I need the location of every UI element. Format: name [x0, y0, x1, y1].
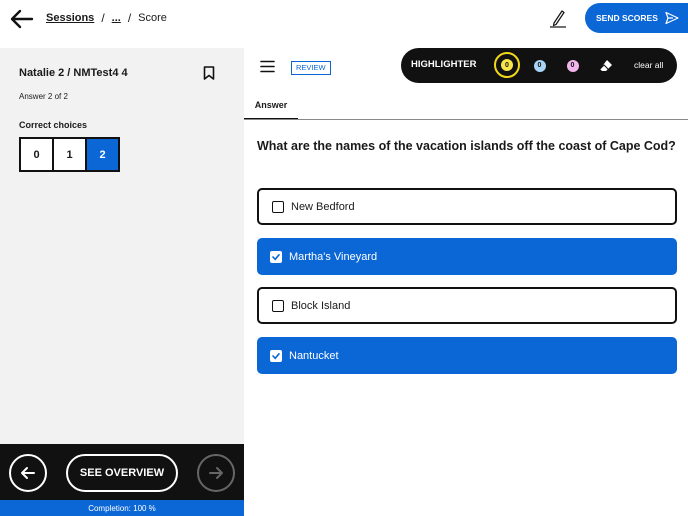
highlight-pink-button[interactable]: 0	[563, 56, 582, 75]
student-sidebar: Natalie 2 / NMTest4 4 Answer 2 of 2 Corr…	[0, 48, 244, 444]
send-scores-label: SEND SCORES	[596, 13, 658, 23]
highlight-pink-count: 0	[566, 59, 579, 72]
choice-label: 1	[66, 148, 73, 161]
option-block-island[interactable]: Block Island	[257, 287, 677, 324]
option-label: Martha's Vineyard	[289, 250, 378, 263]
option-nantucket[interactable]: Nantucket	[257, 337, 677, 374]
top-bar: Sessions / ... / Score SEND SCORES	[0, 0, 688, 48]
correct-choices-label: Correct choices	[19, 120, 88, 130]
breadcrumb: Sessions / ... / Score	[46, 11, 167, 25]
arrow-left-icon	[21, 467, 35, 479]
previous-button[interactable]	[9, 454, 47, 492]
review-badge: REVIEW	[291, 61, 331, 75]
navigation-bar: SEE OVERVIEW	[0, 444, 244, 500]
clear-all-button[interactable]: clear all	[634, 60, 663, 70]
checkbox-unchecked[interactable]	[272, 200, 284, 213]
send-scores-button[interactable]: SEND SCORES	[585, 3, 688, 33]
pen-icon[interactable]	[548, 8, 568, 28]
breadcrumb-separator: /	[127, 11, 132, 25]
breadcrumb-separator: /	[101, 11, 105, 25]
tab-answer[interactable]: Answer	[244, 92, 298, 120]
breadcrumb-current: Score	[138, 12, 167, 24]
student-title: Natalie 2 / NMTest4 4	[19, 67, 128, 79]
checkbox-checked[interactable]	[270, 349, 282, 362]
checkmark-icon	[272, 352, 280, 359]
option-marthas-vineyard[interactable]: Martha's Vineyard	[257, 238, 677, 275]
arrow-right-icon	[209, 467, 223, 479]
highlighter-toolbar: HIGHLIGHTER 0 0 0 clear all	[401, 48, 677, 83]
option-label: New Bedford	[291, 200, 355, 213]
tab-divider	[244, 119, 688, 120]
question-text: What are the names of the vacation islan…	[257, 139, 676, 153]
option-label: Block Island	[291, 299, 351, 312]
highlight-yellow-button[interactable]: 0	[494, 52, 520, 78]
breadcrumb-ellipsis-link[interactable]: ...	[112, 12, 121, 24]
checkbox-unchecked[interactable]	[272, 299, 284, 312]
checkmark-icon	[272, 253, 280, 260]
send-icon	[665, 11, 679, 25]
highlight-blue-count: 0	[533, 59, 546, 72]
next-button[interactable]	[197, 454, 235, 492]
checkbox-checked[interactable]	[270, 250, 282, 263]
completion-status: Completion: 100 %	[0, 500, 244, 516]
correct-choices-group: 0 1 2	[19, 137, 120, 172]
breadcrumb-sessions-link[interactable]: Sessions	[46, 12, 94, 24]
highlighter-label: HIGHLIGHTER	[411, 59, 477, 70]
choice-label: 2	[99, 148, 106, 161]
back-arrow-icon[interactable]	[8, 8, 34, 30]
choice-1-button[interactable]: 1	[52, 137, 87, 172]
option-label: Nantucket	[289, 349, 339, 362]
option-new-bedford[interactable]: New Bedford	[257, 188, 677, 225]
hamburger-menu-icon[interactable]	[260, 60, 275, 73]
eraser-icon[interactable]	[599, 59, 613, 72]
highlight-yellow-count: 0	[501, 59, 513, 71]
see-overview-button[interactable]: SEE OVERVIEW	[66, 454, 178, 492]
choice-0-button[interactable]: 0	[19, 137, 54, 172]
answer-counter: Answer 2 of 2	[19, 92, 68, 101]
choice-2-button[interactable]: 2	[85, 137, 120, 172]
bookmark-icon[interactable]	[203, 66, 215, 80]
choice-label: 0	[33, 148, 40, 161]
highlight-blue-button[interactable]: 0	[530, 56, 549, 75]
